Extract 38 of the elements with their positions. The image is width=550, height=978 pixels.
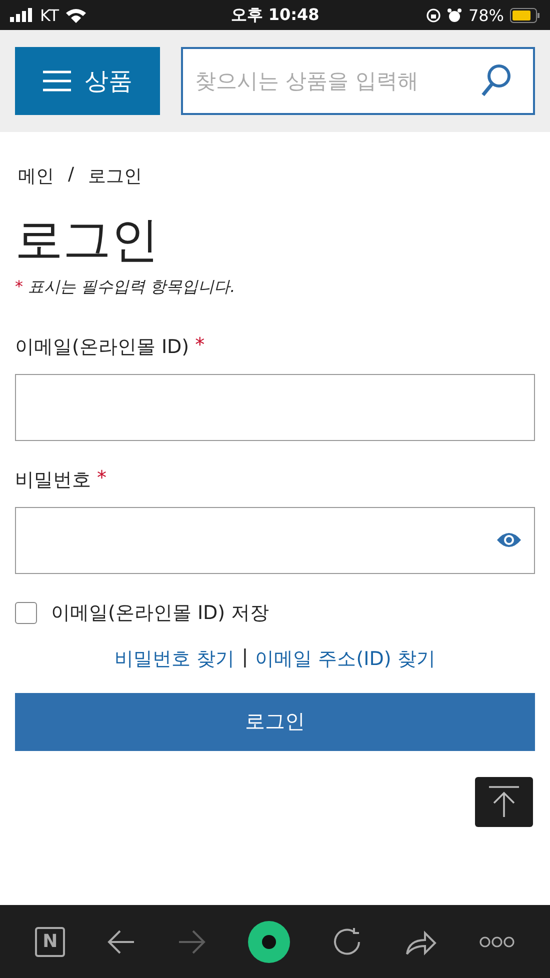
breadcrumb-link[interactable]: 메인 (18, 164, 54, 188)
menu-icon (42, 70, 70, 92)
required-mark: * (195, 334, 205, 358)
search-field[interactable]: 찾으시는 상품을 입력해 (181, 47, 535, 115)
input-field[interactable] (15, 374, 535, 441)
remember-checkbox[interactable] (15, 602, 37, 624)
link-separator: | (242, 646, 248, 670)
required-mark: * (97, 466, 106, 491)
clock-time: 오후 10:48 (230, 4, 320, 26)
arrow-to-top-icon (487, 784, 521, 819)
battery-percent: 78% (468, 6, 504, 24)
text-link[interactable]: 이메일 주소(ID) 찾기 (255, 646, 436, 672)
required-note: 표시는 필수입력 항목입니다. (28, 276, 236, 298)
carrier-name: KT (40, 6, 60, 24)
eye-icon[interactable] (496, 531, 522, 550)
field-label: 비밀번호 (15, 468, 91, 493)
login-button[interactable]: 로그인 (15, 692, 535, 751)
breadcrumb-link[interactable]: 로그인 (88, 164, 142, 188)
alarm-icon (447, 8, 462, 22)
ring-icon[interactable] (248, 920, 290, 962)
more-icon[interactable] (478, 936, 515, 948)
required-mark: * (15, 276, 23, 298)
category-menu-button[interactable]: 상품 (15, 47, 160, 115)
field-label: 이메일(온라인몰 ID) (15, 334, 190, 360)
input-field[interactable] (15, 506, 535, 574)
battery-icon (510, 8, 540, 22)
wifi-icon (65, 8, 88, 22)
rotation-lock-icon (426, 8, 442, 22)
scroll-top-button[interactable] (475, 776, 533, 827)
text-link[interactable]: 비밀번호 찾기 (114, 646, 235, 672)
search-icon[interactable] (481, 64, 511, 98)
back-arrow-icon[interactable] (107, 928, 136, 954)
home-button[interactable]: N (35, 926, 66, 956)
breadcrumb-separator: / (68, 164, 74, 187)
reload-icon[interactable] (332, 926, 362, 956)
checkbox-label: 이메일(온라인몰 ID) 저장 (51, 600, 270, 626)
signal-icon (10, 8, 34, 22)
page-title: 로그인 (15, 214, 160, 267)
